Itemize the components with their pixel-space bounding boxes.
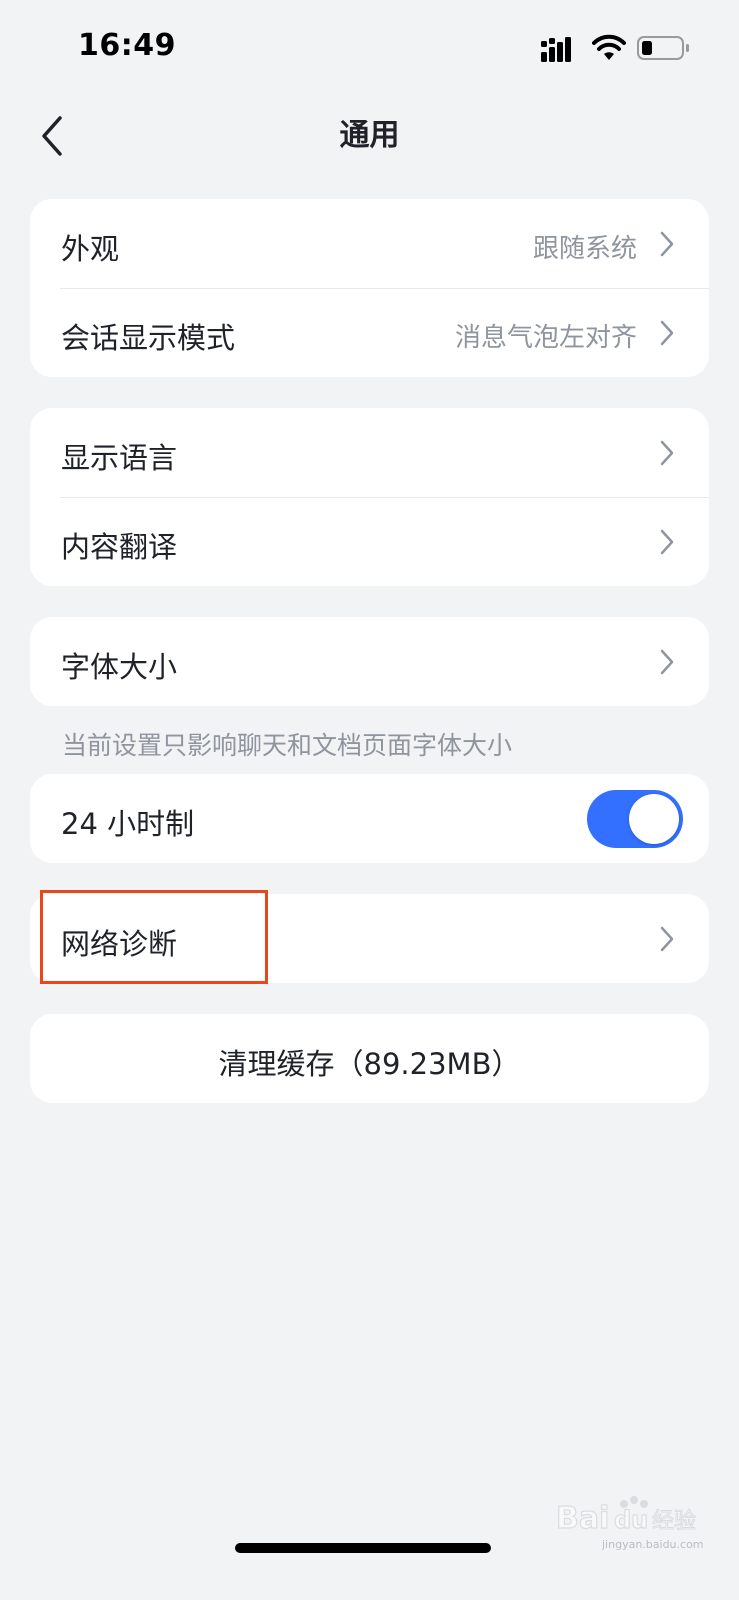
wifi-icon (592, 34, 626, 60)
display-language-row[interactable]: 显示语言 (30, 408, 709, 497)
display-language-label: 显示语言 (61, 441, 178, 475)
battery-icon (637, 36, 689, 60)
svg-text:Bai: Bai (556, 1501, 609, 1536)
chevron-right-icon (660, 529, 674, 555)
chevron-right-icon (660, 649, 674, 675)
cellular-signal-icon (541, 37, 571, 62)
chevron-right-icon (660, 926, 674, 952)
chevron-right-icon (660, 440, 674, 466)
status-bar: 16:49 (0, 0, 739, 96)
time-format-card: 24 小时制 (30, 774, 709, 863)
status-time: 16:49 (78, 28, 176, 63)
time-format-row: 24 小时制 (30, 774, 709, 863)
svg-text:经验: 经验 (652, 1509, 696, 1534)
appearance-value: 跟随系统 (532, 234, 637, 264)
chevron-right-icon (660, 231, 674, 257)
font-size-card: 字体大小 (30, 617, 709, 706)
time-format-label: 24 小时制 (61, 807, 195, 841)
home-indicator (235, 1543, 491, 1553)
network-diagnosis-label: 网络诊断 (61, 927, 178, 961)
network-diagnosis-card: 网络诊断 (30, 894, 709, 983)
chevron-right-icon (660, 320, 674, 346)
svg-text:du: du (614, 1506, 648, 1534)
toggle-knob (629, 794, 679, 844)
appearance-label: 外观 (61, 232, 120, 266)
time-format-toggle[interactable] (587, 790, 683, 848)
language-settings-card: 显示语言 内容翻译 (30, 408, 709, 586)
display-settings-card: 外观 跟随系统 会话显示模式 消息气泡左对齐 (30, 199, 709, 377)
network-diagnosis-row[interactable]: 网络诊断 (30, 894, 709, 983)
baidu-jingyan-watermark-logo: Bai du 经验 (556, 1496, 697, 1537)
chat-display-mode-label: 会话显示模式 (61, 321, 236, 355)
font-size-row[interactable]: 字体大小 (30, 617, 709, 706)
clear-cache-label: 清理缓存（89.23MB） (218, 1047, 521, 1081)
clear-cache-button[interactable]: 清理缓存（89.23MB） (30, 1014, 709, 1103)
font-size-helper-text: 当前设置只影响聊天和文档页面字体大小 (62, 731, 513, 760)
nav-bar: 通用 (0, 96, 739, 168)
chat-display-mode-row[interactable]: 会话显示模式 消息气泡左对齐 (30, 288, 709, 377)
content-translation-row[interactable]: 内容翻译 (30, 497, 709, 586)
font-size-label: 字体大小 (61, 650, 178, 684)
appearance-row[interactable]: 外观 跟随系统 (30, 199, 709, 288)
page-title: 通用 (339, 118, 400, 153)
chat-display-mode-value: 消息气泡左对齐 (454, 323, 637, 353)
watermark-url: jingyan.baidu.com (602, 1538, 704, 1551)
content-translation-label: 内容翻译 (61, 530, 178, 564)
